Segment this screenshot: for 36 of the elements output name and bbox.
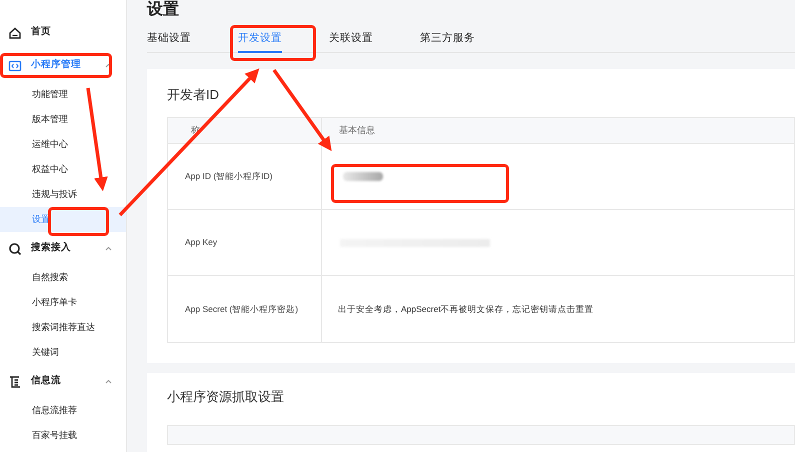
page-title: 设置 xyxy=(147,0,179,19)
tab[interactable]: 基础设置 xyxy=(147,31,191,53)
column-header: 基本信息 xyxy=(339,124,375,135)
code-icon xyxy=(8,58,22,72)
nav-item[interactable]: 关键词 xyxy=(0,340,126,365)
nav-item[interactable]: 运维中心 xyxy=(0,132,126,157)
nav-group[interactable]: 信息流 xyxy=(0,365,126,398)
nav-group[interactable]: 搜索接入 xyxy=(0,232,126,265)
table-cell: 出于安全考虑，AppSecret不再被明文保存，忘记密钥请点击重置 xyxy=(338,302,594,316)
nav-item[interactable]: 违规与投诉 xyxy=(0,182,126,207)
nav-item[interactable]: 自然搜索 xyxy=(0,265,126,290)
tab[interactable]: 关联设置 xyxy=(329,31,373,53)
nav-item[interactable]: 百家号挂载 xyxy=(0,423,126,448)
card-title: 小程序资源抓取设置 xyxy=(167,389,285,405)
blurred-value xyxy=(343,172,383,181)
nav-item[interactable]: 权益中心 xyxy=(0,157,126,182)
highlight-frame xyxy=(48,207,109,236)
nav-item[interactable]: 小程序单卡 xyxy=(0,290,126,315)
nav-item[interactable]: 搜索词推荐直达 xyxy=(0,315,126,340)
chevron-icon xyxy=(105,246,112,251)
table-cell: App Secret (智能小程序密匙) xyxy=(185,302,298,316)
nav-item[interactable]: 信息流推荐 xyxy=(0,398,126,423)
chevron-icon xyxy=(105,379,112,384)
nav-group[interactable]: 小程序管理 xyxy=(0,49,126,82)
search-icon xyxy=(8,242,22,256)
nav-item[interactable]: 版本管理 xyxy=(0,107,126,132)
list-icon xyxy=(8,374,22,388)
nav-group[interactable]: 首页 xyxy=(0,16,126,49)
card-title: 开发者ID xyxy=(167,87,220,103)
table-cell: App ID (智能小程序ID) xyxy=(185,170,273,183)
nav-item[interactable]: 功能管理 xyxy=(0,82,126,107)
table-cell: App Key xyxy=(185,236,218,249)
home-icon xyxy=(8,26,22,40)
tab[interactable]: 第三方服务 xyxy=(420,31,475,53)
chevron-icon xyxy=(105,63,112,68)
tab[interactable]: 开发设置 xyxy=(238,31,282,53)
